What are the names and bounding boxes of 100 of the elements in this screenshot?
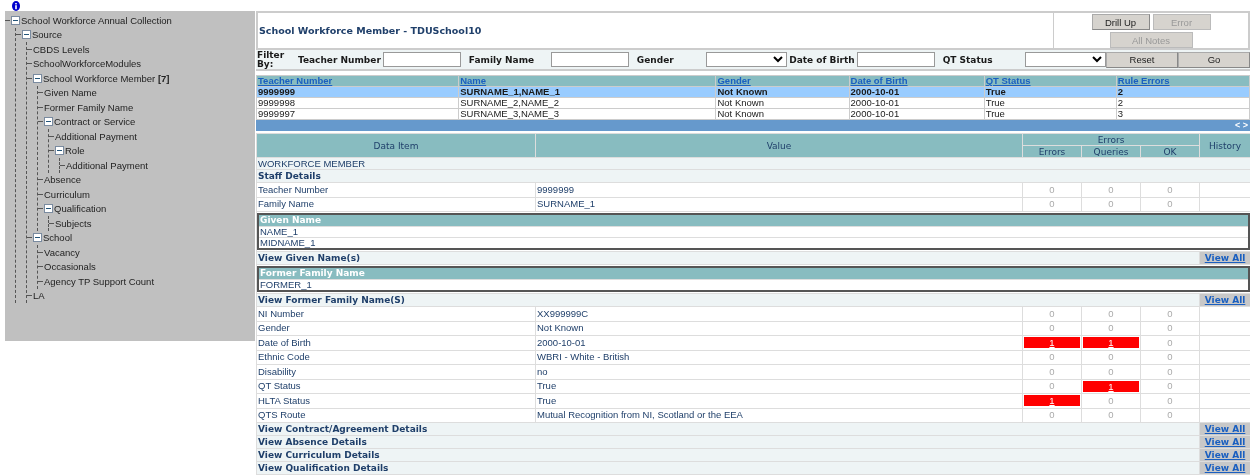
table-cell: SURNAME_2,NAME_2 — [460, 97, 559, 108]
tree-item[interactable]: Occasionals — [44, 261, 96, 273]
count: 0 — [1107, 365, 1115, 378]
column-header: OK — [1163, 146, 1177, 157]
field-value: Mutual Recognition from NI, Scotland or the EEA — [537, 409, 743, 421]
view-details-link[interactable]: View Contract/Agreement Details — [258, 424, 428, 434]
collapse-icon[interactable] — [55, 146, 64, 156]
field-value: True — [537, 380, 557, 392]
count: 0 — [1048, 380, 1056, 393]
field-label: Ethnic Code — [258, 351, 310, 363]
select-field[interactable] — [706, 52, 788, 67]
collapse-icon[interactable] — [44, 117, 53, 127]
collapse-icon[interactable] — [22, 30, 31, 40]
table-cell: 2000-10-01 — [850, 86, 900, 97]
collapse-icon[interactable] — [33, 233, 42, 243]
count-link[interactable]: 1 — [1083, 337, 1139, 349]
count: 0 — [1107, 409, 1115, 422]
collapse-icon[interactable] — [11, 15, 20, 25]
subtable-cell: MIDNAME_1 — [259, 237, 1249, 248]
table-cell: True — [985, 86, 1006, 97]
tree-item[interactable]: Subjects — [55, 217, 92, 229]
text-field[interactable] — [856, 52, 935, 67]
member-row[interactable]: 9999998 SURNAME_2,NAME_2 Not Known 2000-10-01 True 2 — [256, 97, 1250, 109]
tree-item[interactable]: Additional Payment — [66, 159, 148, 171]
column-header: Data Item — [373, 140, 419, 151]
field-value: 2000-10-01 — [537, 336, 586, 348]
subtable-header: Given Name — [259, 215, 1249, 226]
tree-item[interactable]: Role — [65, 145, 85, 157]
tree-item[interactable]: Vacancy — [44, 246, 80, 258]
count: 0 — [1166, 307, 1174, 320]
column-header: Errors — [1097, 134, 1125, 145]
count: 0 — [1048, 307, 1056, 320]
count-link[interactable]: 1 — [1083, 380, 1139, 392]
field-label: NI Number — [258, 307, 304, 319]
filter-label: Teacher Number — [298, 54, 381, 65]
collapse-icon[interactable] — [44, 204, 53, 214]
drill-up-button[interactable]: Drill Up — [1091, 14, 1150, 30]
tree-item[interactable]: Qualification — [54, 203, 107, 215]
count: 0 — [1166, 336, 1174, 349]
field-value: 9999999 — [537, 183, 574, 195]
table-cell: Not Known — [717, 97, 764, 108]
collapse-icon[interactable] — [33, 73, 42, 83]
field-label: Family Name — [258, 198, 314, 210]
filter-label: Date of Birth — [789, 54, 855, 65]
tree-item[interactable]: LA — [33, 290, 45, 302]
reset-button[interactable]: Reset — [1106, 51, 1178, 68]
count: 0 — [1048, 183, 1056, 196]
column-header: Errors — [1038, 146, 1066, 157]
text-field[interactable] — [550, 52, 629, 67]
field-value: SURNAME_1 — [537, 198, 596, 210]
table-cell: SURNAME_3,NAME_3 — [460, 108, 559, 119]
tree-item[interactable]: CBDS Levels — [33, 43, 90, 55]
tree-item[interactable]: Contract or Service — [54, 116, 136, 128]
count: 0 — [1166, 365, 1174, 378]
table-cell: 9999998 — [258, 97, 295, 108]
view-details-link[interactable]: View Curriculum Details — [258, 450, 380, 460]
tree-item[interactable]: School Workforce Member [7] — [43, 72, 170, 84]
tree-item[interactable]: School Workforce Annual Collection — [21, 14, 172, 26]
member-row[interactable]: 9999997 SURNAME_3,NAME_3 Not Known 2000-10-01 True 3 — [256, 108, 1250, 120]
view-details-link[interactable]: View Absence Details — [258, 437, 367, 447]
tree-item[interactable]: Former Family Name — [44, 101, 134, 113]
table-cell: 9999999 — [258, 86, 295, 97]
section-title: WORKFORCE MEMBER — [258, 158, 366, 169]
count-link[interactable]: 1 — [1024, 395, 1080, 407]
go-button[interactable]: Go — [1178, 51, 1250, 68]
count: 0 — [1107, 307, 1115, 320]
tree-item[interactable]: Source — [32, 29, 63, 41]
tree-item[interactable]: Curriculum — [44, 188, 90, 200]
text-field[interactable] — [382, 52, 461, 67]
filter-label: Gender — [636, 54, 674, 65]
field-label: Gender — [258, 322, 290, 334]
subtable-cell: NAME_1 — [259, 226, 1249, 237]
tree-item[interactable]: Absence — [44, 174, 81, 186]
view-details-link[interactable]: View Qualification Details — [258, 463, 389, 473]
page-title: School Workforce Member - TDUSchool10 — [259, 25, 482, 36]
member-row[interactable]: 9999999 SURNAME_1,NAME_1 Not Known 2000-10-01 True 2 — [256, 86, 1250, 98]
view-details-link[interactable]: View Given Name(s) — [258, 253, 361, 263]
count-link[interactable]: 1 — [1024, 337, 1080, 349]
count: 0 — [1048, 365, 1056, 378]
count: 0 — [1048, 409, 1056, 422]
tree-item[interactable]: SchoolWorkforceModules — [33, 58, 142, 70]
field-label: Date of Birth — [258, 336, 311, 348]
field-label: HLTA Status — [258, 394, 310, 406]
view-details-link[interactable]: View Former Family Name(S) — [258, 295, 405, 305]
table-cell: 2 — [1117, 86, 1124, 97]
count: 0 — [1166, 183, 1174, 196]
tree-item[interactable]: Given Name — [44, 87, 97, 99]
count: 0 — [1107, 351, 1115, 364]
filter-label: QT Status — [942, 54, 993, 65]
count: 0 — [1166, 198, 1174, 211]
count: 0 — [1166, 409, 1174, 422]
field-value: XX999999C — [537, 307, 589, 319]
select-field[interactable] — [1025, 52, 1106, 67]
tree-item[interactable]: Additional Payment — [55, 130, 137, 142]
table-cell: 2 — [1117, 97, 1124, 108]
info-icon[interactable] — [12, 0, 20, 11]
count: 0 — [1166, 322, 1174, 335]
column-header: Queries — [1093, 146, 1129, 157]
tree-item[interactable]: School — [43, 232, 73, 244]
tree-item[interactable]: Agency TP Support Count — [44, 275, 155, 287]
